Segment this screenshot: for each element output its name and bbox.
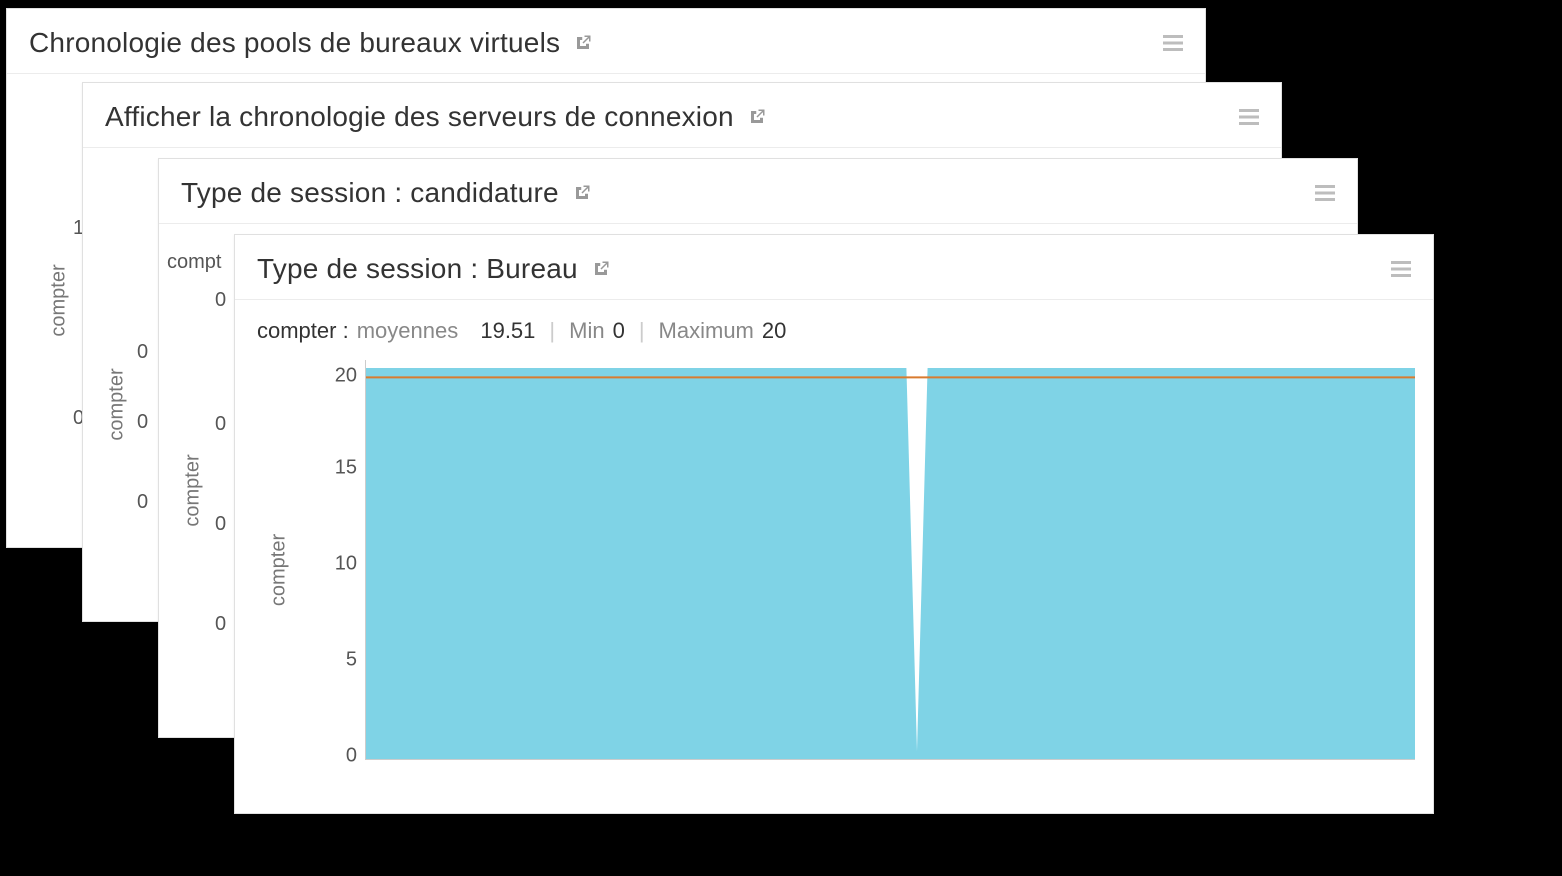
y-tick: 0 bbox=[215, 613, 226, 636]
y-tick: 0 bbox=[313, 745, 357, 768]
chart-plot[interactable] bbox=[365, 360, 1415, 760]
panel-title: Type de session : Bureau bbox=[257, 253, 578, 285]
external-link-icon[interactable] bbox=[748, 108, 766, 126]
y-tick: 0 bbox=[215, 413, 226, 436]
external-link-icon[interactable] bbox=[573, 184, 591, 202]
stats-min-value: 0 bbox=[613, 318, 625, 344]
hamburger-menu-icon[interactable] bbox=[1391, 261, 1411, 277]
panel-header: Afficher la chronologie des serveurs de … bbox=[83, 83, 1281, 148]
y-tick: 0 bbox=[215, 513, 226, 536]
hamburger-menu-icon[interactable] bbox=[1239, 109, 1259, 125]
stats-max-value: 20 bbox=[762, 318, 786, 344]
stats-avg-key: moyennes bbox=[357, 318, 459, 344]
y-tick: 0 bbox=[137, 341, 148, 364]
chart-y-axis-label: compter bbox=[268, 534, 291, 606]
y-axis-label: compter bbox=[182, 454, 205, 526]
panel-title: Chronologie des pools de bureaux virtuel… bbox=[29, 27, 560, 59]
external-link-icon[interactable] bbox=[592, 260, 610, 278]
panel-title: Type de session : candidature bbox=[181, 177, 559, 209]
panel-header: Chronologie des pools de bureaux virtuel… bbox=[7, 9, 1205, 74]
chart-stats-row: compter : moyennes 19.51 | Min 0 | Maxim… bbox=[235, 300, 1433, 354]
stats-metric-label: compter : bbox=[257, 318, 349, 344]
hamburger-menu-icon[interactable] bbox=[1163, 35, 1183, 51]
stats-avg-value: 19.51 bbox=[480, 318, 535, 344]
panel-header: Type de session : Bureau bbox=[235, 235, 1433, 300]
y-tick: 10 bbox=[313, 553, 357, 576]
area-chart-svg bbox=[366, 360, 1415, 759]
y-tick: 20 bbox=[313, 365, 357, 388]
y-tick: 5 bbox=[313, 649, 357, 672]
chart-area: compter 20 15 10 5 0 bbox=[275, 360, 1415, 780]
y-tick: 0 bbox=[137, 411, 148, 434]
stats-min-key: Min bbox=[569, 318, 604, 344]
panel-session-desktop: Type de session : Bureau compter : moyen… bbox=[234, 234, 1434, 814]
y-tick: 0 bbox=[215, 289, 226, 312]
external-link-icon[interactable] bbox=[574, 34, 592, 52]
y-axis-label: compter bbox=[48, 264, 71, 336]
stats-max-key: Maximum bbox=[659, 318, 754, 344]
panel-title: Afficher la chronologie des serveurs de … bbox=[105, 101, 734, 133]
y-axis-label: compter bbox=[106, 368, 129, 440]
hamburger-menu-icon[interactable] bbox=[1315, 185, 1335, 201]
stats-separator: | bbox=[639, 318, 645, 344]
chart-y-axis: 20 15 10 5 0 bbox=[313, 360, 357, 760]
panel-header: Type de session : candidature bbox=[159, 159, 1357, 224]
stats-partial: compt bbox=[167, 251, 221, 274]
y-tick: 0 bbox=[137, 491, 148, 514]
y-tick: 15 bbox=[313, 457, 357, 480]
stats-separator: | bbox=[549, 318, 555, 344]
